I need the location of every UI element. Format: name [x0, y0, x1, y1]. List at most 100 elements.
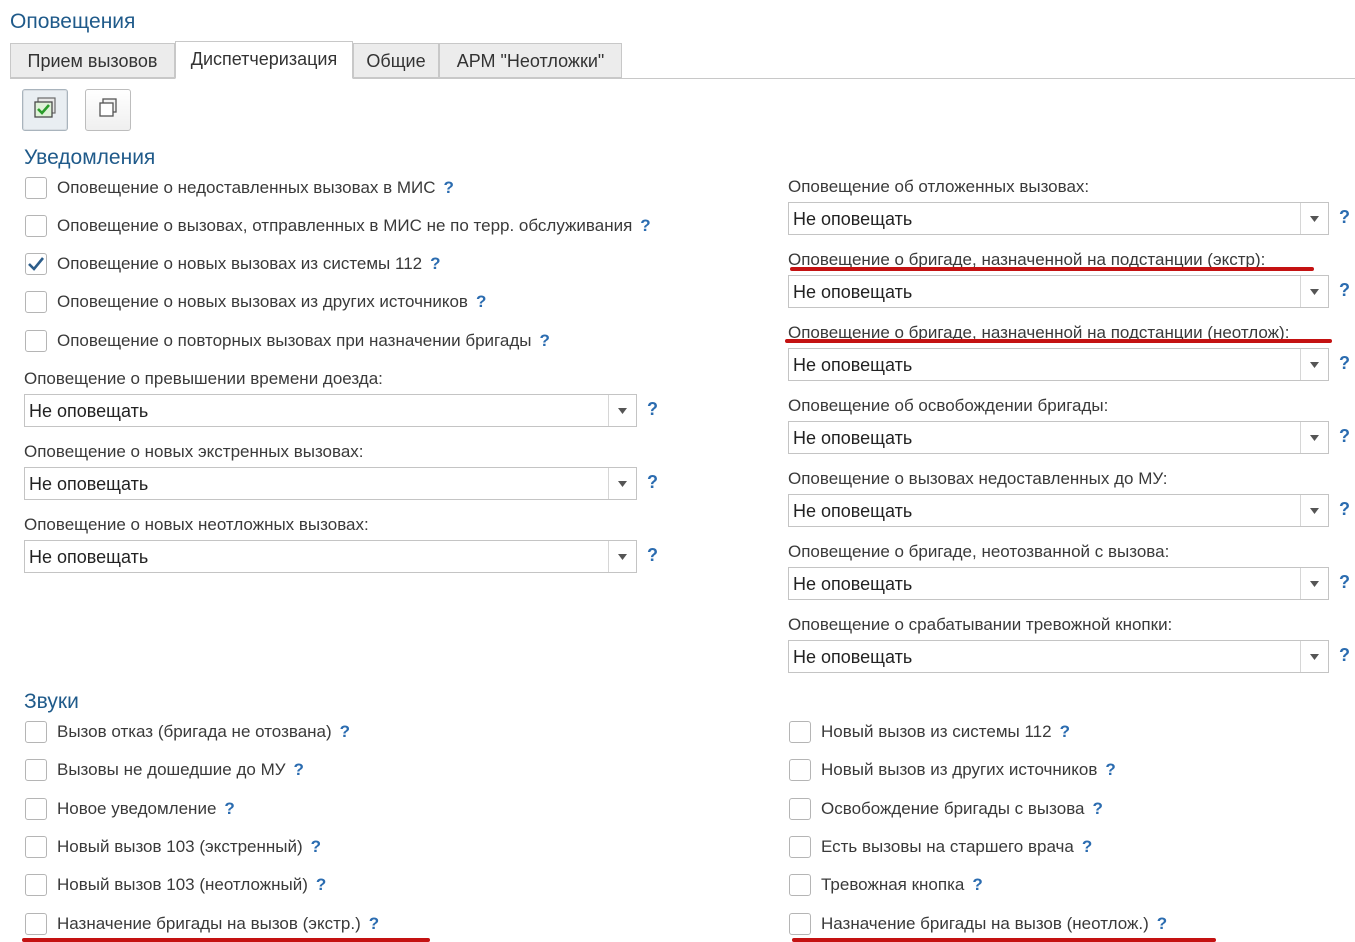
tab-dispatching[interactable]: Диспетчеризация	[175, 41, 353, 79]
help-icon[interactable]: ?	[444, 178, 454, 198]
help-icon[interactable]: ?	[224, 799, 234, 819]
help-icon[interactable]: ?	[1092, 799, 1102, 819]
select-value: Не оповещать	[793, 428, 913, 448]
dropdown-arrow-icon[interactable]	[608, 395, 636, 426]
dropdown-arrow-icon[interactable]	[1300, 203, 1328, 234]
checkbox-row[interactable]: Назначение бригады на вызов (экстр.)?	[25, 909, 379, 939]
help-icon[interactable]: ?	[1105, 760, 1115, 780]
help-icon[interactable]: ?	[1339, 353, 1350, 374]
help-icon[interactable]: ?	[1339, 572, 1350, 593]
help-icon[interactable]: ?	[294, 760, 304, 780]
checkbox-row[interactable]: Новый вызов 103 (неотложный)?	[25, 870, 326, 900]
notification-select[interactable]: Не оповещать	[788, 275, 1329, 308]
notification-select[interactable]: Не оповещать	[24, 540, 637, 573]
help-icon[interactable]: ?	[539, 331, 549, 351]
checkbox[interactable]	[25, 797, 47, 820]
checkbox-row[interactable]: Новый вызов из системы 112?	[789, 717, 1070, 747]
help-icon[interactable]: ?	[1339, 207, 1350, 228]
notification-select[interactable]: Не оповещать	[788, 202, 1329, 235]
dropdown-arrow-icon[interactable]	[1300, 276, 1328, 307]
help-icon[interactable]: ?	[316, 875, 326, 895]
check-all-icon	[33, 96, 57, 124]
help-icon[interactable]: ?	[369, 914, 379, 934]
check-all-button[interactable]	[22, 89, 68, 131]
notification-select[interactable]: Не оповещать	[788, 567, 1329, 600]
checkbox[interactable]	[25, 177, 47, 199]
uncheck-all-button[interactable]	[85, 89, 131, 131]
checkbox-label: Вызов отказ (бригада не отозвана)	[57, 722, 332, 741]
help-icon[interactable]: ?	[1339, 280, 1350, 301]
checkbox-row[interactable]: Оповещение о новых вызовах из системы 11…	[25, 249, 441, 279]
notification-select[interactable]: Не оповещать	[788, 494, 1329, 527]
checkbox[interactable]	[789, 835, 811, 858]
notification-select[interactable]: Не оповещать	[788, 640, 1329, 673]
help-icon[interactable]: ?	[1157, 914, 1167, 934]
checkbox[interactable]	[25, 759, 47, 782]
help-icon[interactable]: ?	[1060, 722, 1070, 742]
checkbox-row[interactable]: Вызов отказ (бригада не отозвана)?	[25, 717, 350, 747]
help-icon[interactable]: ?	[647, 399, 658, 420]
help-icon[interactable]: ?	[476, 292, 486, 312]
checkbox[interactable]	[25, 330, 47, 352]
checkbox-row[interactable]: Новое уведомление?	[25, 794, 235, 824]
checkbox-label: Назначение бригады на вызов (экстр.)	[57, 913, 361, 933]
checkbox-row[interactable]: Новый вызов 103 (экстренный)?	[25, 832, 321, 862]
help-icon[interactable]: ?	[647, 472, 658, 493]
help-icon[interactable]: ?	[430, 254, 440, 274]
notification-select[interactable]: Не оповещать	[788, 348, 1329, 381]
notification-select[interactable]: Не оповещать	[24, 394, 637, 427]
checkbox-label: Оповещение о новых вызовах из других ист…	[57, 292, 468, 311]
checkbox-checked[interactable]	[25, 253, 47, 275]
help-icon[interactable]: ?	[640, 216, 650, 236]
checkbox-row[interactable]: Новый вызов из других источников?	[789, 755, 1116, 785]
checkbox-row[interactable]: Тревожная кнопка?	[789, 870, 983, 900]
checkbox-label: Тревожная кнопка	[821, 875, 965, 895]
tab-call-intake[interactable]: Прием вызовов	[10, 43, 175, 78]
checkbox[interactable]	[789, 721, 811, 743]
checkbox-row[interactable]: Оповещение о повторных вызовах при назна…	[25, 326, 550, 356]
checkbox-row[interactable]: Назначение бригады на вызов (неотлож.)?	[789, 909, 1167, 939]
dropdown-arrow-icon[interactable]	[608, 541, 636, 572]
checkbox-row[interactable]: Оповещение о новых вызовах из других ист…	[25, 287, 486, 317]
field-label: Оповещение о вызовах недоставленных до М…	[788, 469, 1168, 488]
checkbox-label: Освобождение бригады с вызова	[821, 798, 1085, 818]
checkbox-row[interactable]: Оповещение о вызовах, отправленных в МИС…	[25, 211, 651, 241]
highlight-underline-neotl	[785, 339, 1332, 343]
checkbox-row[interactable]: Есть вызовы на старшего врача?	[789, 832, 1092, 862]
tab-bar: Прием вызовов Диспетчеризация Общие АРМ …	[10, 41, 1355, 79]
tab-urgent-workstation[interactable]: АРМ "Неотложки"	[439, 43, 622, 78]
dropdown-arrow-icon[interactable]	[608, 468, 636, 499]
checkbox-row[interactable]: Оповещение о недоставленных вызовах в МИ…	[25, 173, 454, 203]
checkbox[interactable]	[25, 721, 47, 743]
help-icon[interactable]: ?	[311, 837, 321, 857]
notification-select[interactable]: Не оповещать	[24, 467, 637, 500]
help-icon[interactable]: ?	[1339, 645, 1350, 666]
help-icon[interactable]: ?	[972, 875, 982, 895]
checkbox[interactable]	[789, 797, 811, 820]
checkbox[interactable]	[25, 874, 47, 897]
checkbox[interactable]	[25, 291, 47, 313]
help-icon[interactable]: ?	[647, 545, 658, 566]
checkbox[interactable]	[25, 215, 47, 237]
help-icon[interactable]: ?	[1339, 426, 1350, 447]
notifications-section-title: Уведомления	[24, 146, 156, 169]
checkbox[interactable]	[789, 874, 811, 897]
dropdown-arrow-icon[interactable]	[1300, 422, 1328, 453]
notification-select[interactable]: Не оповещать	[788, 421, 1329, 454]
checkbox-row[interactable]: Вызовы не дошедшие до МУ?	[25, 755, 304, 785]
highlight-underline-extr	[790, 267, 1314, 271]
help-icon[interactable]: ?	[1339, 499, 1350, 520]
checkbox[interactable]	[25, 835, 47, 858]
dropdown-arrow-icon[interactable]	[1300, 568, 1328, 599]
checkbox[interactable]	[25, 912, 47, 935]
checkbox-label: Назначение бригады на вызов (неотлож.)	[821, 913, 1149, 933]
help-icon[interactable]: ?	[340, 722, 350, 742]
checkbox[interactable]	[789, 759, 811, 782]
dropdown-arrow-icon[interactable]	[1300, 641, 1328, 672]
checkbox-row[interactable]: Освобождение бригады с вызова?	[789, 794, 1103, 824]
dropdown-arrow-icon[interactable]	[1300, 349, 1328, 380]
dropdown-arrow-icon[interactable]	[1300, 495, 1328, 526]
help-icon[interactable]: ?	[1082, 837, 1092, 857]
tab-general[interactable]: Общие	[353, 43, 439, 78]
checkbox[interactable]	[789, 912, 811, 935]
